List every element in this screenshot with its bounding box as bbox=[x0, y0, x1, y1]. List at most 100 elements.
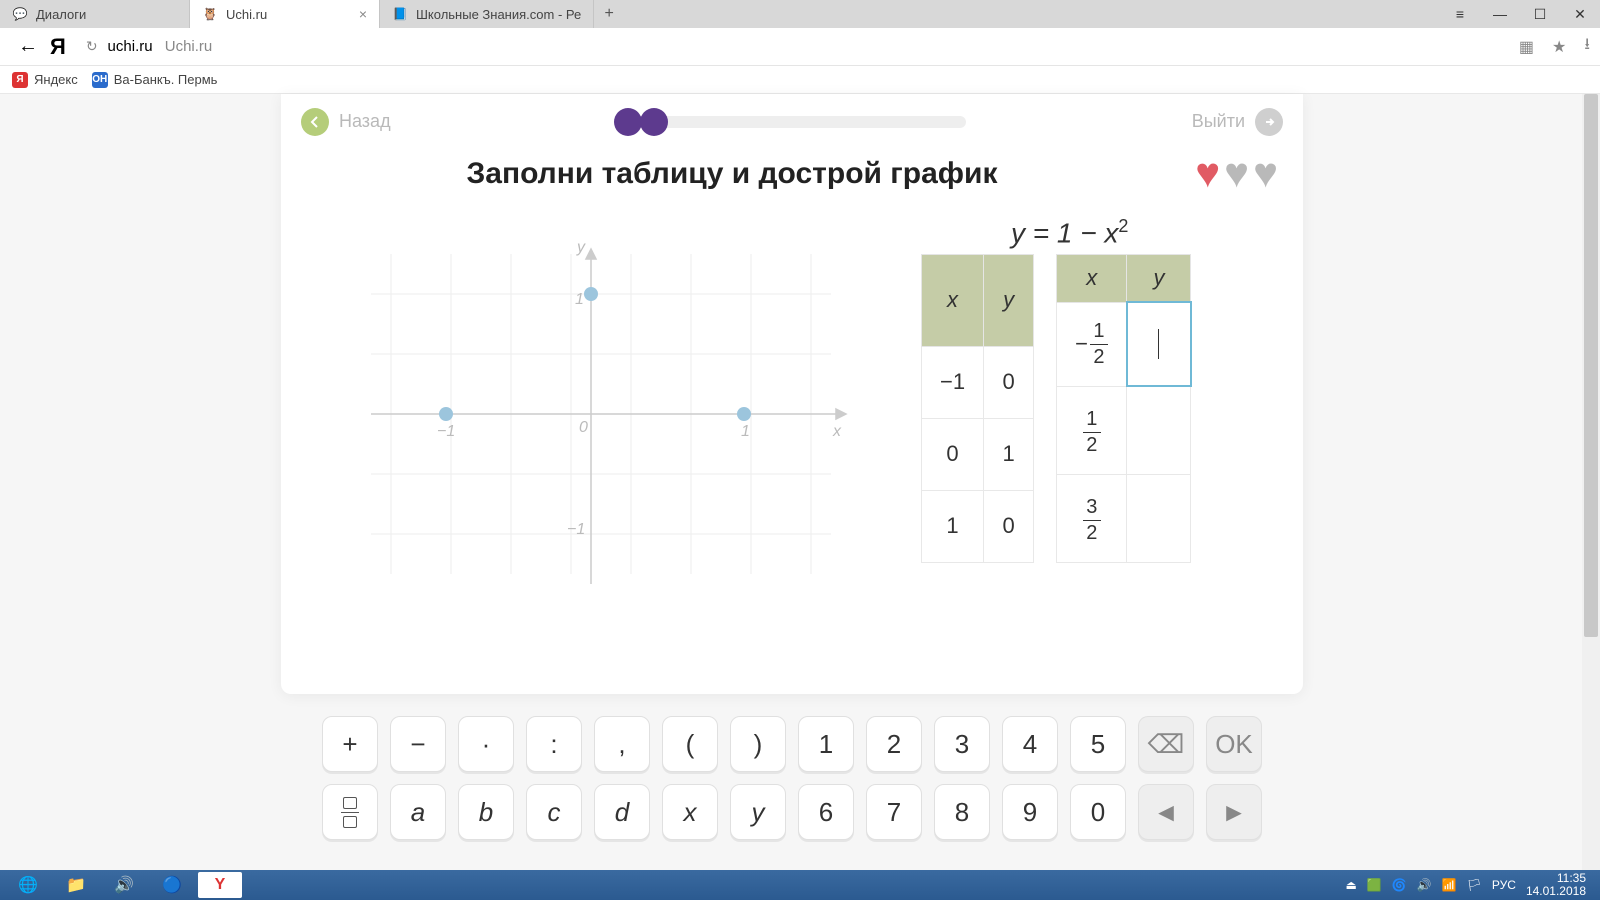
bookmark-item[interactable]: OH Ва-Банкъ. Пермь bbox=[92, 72, 218, 88]
windows-taskbar: 🌐 📁 🔊 🔵 Y ⏏ 🟩 🌀 🔊 📶 🏳 РУС 11:35 14.01.20… bbox=[0, 870, 1600, 900]
window-titlebar: 💬 Диалоги 🦉 Uchi.ru × 📘 Школьные Знания.… bbox=[0, 0, 1600, 28]
tab-icon: 🦉 bbox=[202, 6, 218, 22]
y-cell[interactable] bbox=[1127, 386, 1191, 474]
lesson-back-button[interactable]: Назад bbox=[301, 108, 391, 136]
tab-close-icon[interactable]: × bbox=[359, 6, 367, 22]
keypad-row: a b c d x y 6 7 8 9 0 ◄ ► bbox=[322, 784, 1262, 840]
graph-point[interactable] bbox=[737, 407, 751, 421]
key-a[interactable]: a bbox=[390, 784, 446, 840]
equation: y = 1 − x2 bbox=[1011, 216, 1128, 249]
key-d[interactable]: d bbox=[594, 784, 650, 840]
key-colon[interactable]: : bbox=[526, 716, 582, 772]
values-table-known: xy −10 01 10 bbox=[921, 254, 1034, 563]
minimize-icon[interactable]: — bbox=[1480, 0, 1520, 28]
tray-flag-icon[interactable]: 🏳 bbox=[1467, 878, 1482, 892]
taskbar-explorer-icon[interactable]: 📁 bbox=[54, 872, 98, 898]
key-7[interactable]: 7 bbox=[866, 784, 922, 840]
scrollbar-thumb[interactable] bbox=[1584, 94, 1598, 637]
axis-label-x: x bbox=[832, 423, 842, 440]
taskbar-ie-icon[interactable]: 🌐 bbox=[6, 872, 50, 898]
math-keypad: + − · : , ( ) 1 2 3 4 5 ⌫ OK a b c d x y… bbox=[281, 704, 1303, 858]
tab-icon: 📘 bbox=[392, 6, 408, 22]
maximize-icon[interactable]: ☐ bbox=[1520, 0, 1560, 28]
tray-lang[interactable]: РУС bbox=[1492, 878, 1516, 892]
key-3[interactable]: 3 bbox=[934, 716, 990, 772]
key-4[interactable]: 4 bbox=[1002, 716, 1058, 772]
close-window-icon[interactable]: ✕ bbox=[1560, 0, 1600, 28]
y-cell[interactable] bbox=[1127, 474, 1191, 562]
tray-icon[interactable]: 🟩 bbox=[1367, 878, 1382, 892]
keypad-row: + − · : , ( ) 1 2 3 4 5 ⌫ OK bbox=[322, 716, 1262, 772]
x-cell: 32 bbox=[1057, 474, 1127, 562]
tray-clock[interactable]: 11:35 14.01.2018 bbox=[1526, 872, 1586, 898]
heart-icon: ♥ bbox=[1253, 149, 1278, 197]
progress-dot bbox=[640, 108, 668, 136]
y-input-cell[interactable] bbox=[1127, 302, 1191, 386]
svg-text:1: 1 bbox=[741, 423, 750, 440]
key-ok[interactable]: OK bbox=[1206, 716, 1262, 772]
progress-dot bbox=[614, 108, 642, 136]
key-x[interactable]: x bbox=[662, 784, 718, 840]
taskbar-yandex-icon[interactable]: Y bbox=[198, 872, 242, 898]
browser-tab[interactable]: 💬 Диалоги bbox=[0, 0, 190, 28]
tray-network-icon[interactable]: 📶 bbox=[1442, 878, 1457, 892]
new-tab-button[interactable]: + bbox=[594, 0, 624, 28]
key-plus[interactable]: + bbox=[322, 716, 378, 772]
key-c[interactable]: c bbox=[526, 784, 582, 840]
extension-icon[interactable]: ▦ bbox=[1519, 37, 1534, 57]
task-title: Заполни таблицу и дострой график bbox=[161, 157, 1303, 191]
key-lparen[interactable]: ( bbox=[662, 716, 718, 772]
browser-tab[interactable]: 📘 Школьные Знания.com - Ре bbox=[380, 0, 594, 28]
key-5[interactable]: 5 bbox=[1070, 716, 1126, 772]
key-right[interactable]: ► bbox=[1206, 784, 1262, 840]
key-6[interactable]: 6 bbox=[798, 784, 854, 840]
lesson-progress bbox=[616, 116, 966, 128]
browser-tab[interactable]: 🦉 Uchi.ru × bbox=[190, 0, 380, 28]
graph-point[interactable] bbox=[584, 287, 598, 301]
key-rparen[interactable]: ) bbox=[730, 716, 786, 772]
key-fraction[interactable] bbox=[322, 784, 378, 840]
key-9[interactable]: 9 bbox=[1002, 784, 1058, 840]
tray-icon[interactable]: ⏏ bbox=[1346, 878, 1357, 892]
heart-icon: ♥ bbox=[1224, 149, 1249, 197]
key-comma[interactable]: , bbox=[594, 716, 650, 772]
menu-icon[interactable]: ≡ bbox=[1440, 0, 1480, 28]
vertical-scrollbar[interactable] bbox=[1582, 94, 1600, 870]
download-icon[interactable]: ⭳ bbox=[1584, 33, 1590, 60]
axis-label-y: y bbox=[576, 239, 586, 256]
tray-volume-icon[interactable]: 🔊 bbox=[1417, 878, 1432, 892]
system-tray: ⏏ 🟩 🌀 🔊 📶 🏳 РУС 11:35 14.01.2018 bbox=[1346, 872, 1594, 898]
graph-point[interactable] bbox=[439, 407, 453, 421]
tab-title: Диалоги bbox=[36, 7, 86, 22]
nav-back-icon[interactable]: ← bbox=[18, 35, 38, 58]
key-1[interactable]: 1 bbox=[798, 716, 854, 772]
taskbar-app-icon[interactable]: 🔵 bbox=[150, 872, 194, 898]
key-2[interactable]: 2 bbox=[866, 716, 922, 772]
key-left[interactable]: ◄ bbox=[1138, 784, 1194, 840]
key-0[interactable]: 0 bbox=[1070, 784, 1126, 840]
key-backspace[interactable]: ⌫ bbox=[1138, 716, 1194, 772]
taskbar-media-icon[interactable]: 🔊 bbox=[102, 872, 146, 898]
key-b[interactable]: b bbox=[458, 784, 514, 840]
bookmark-icon: Я bbox=[12, 72, 28, 88]
key-dot[interactable]: · bbox=[458, 716, 514, 772]
reload-icon[interactable]: ↻ bbox=[86, 38, 98, 55]
yandex-logo-icon[interactable]: Я bbox=[50, 34, 66, 60]
tray-icon[interactable]: 🌀 bbox=[1392, 878, 1407, 892]
key-8[interactable]: 8 bbox=[934, 784, 990, 840]
lesson-exit-button[interactable]: Выйти bbox=[1192, 108, 1283, 136]
heart-icon: ♥ bbox=[1195, 149, 1220, 197]
bookmarks-bar: Я Яндекс OH Ва-Банкъ. Пермь bbox=[0, 66, 1600, 94]
address-bar: ← Я ↻ uchi.ru Uchi.ru ▦ ★ ⭳ bbox=[0, 28, 1600, 66]
url-text[interactable]: uchi.ru Uchi.ru bbox=[108, 38, 213, 55]
lesson-card: Назад Выйти ♥ ♥ ♥ Заполни таблицу и дост… bbox=[281, 94, 1303, 694]
bookmark-item[interactable]: Я Яндекс bbox=[12, 72, 78, 88]
tab-icon: 💬 bbox=[12, 6, 28, 22]
svg-text:1: 1 bbox=[575, 291, 584, 308]
key-minus[interactable]: − bbox=[390, 716, 446, 772]
lesson-topbar: Назад Выйти bbox=[281, 94, 1303, 149]
coordinate-graph[interactable]: y x 1 −1 0 −1 1 bbox=[331, 214, 851, 614]
key-y[interactable]: y bbox=[730, 784, 786, 840]
x-cell: 12 bbox=[1057, 386, 1127, 474]
bookmark-star-icon[interactable]: ★ bbox=[1552, 37, 1566, 57]
